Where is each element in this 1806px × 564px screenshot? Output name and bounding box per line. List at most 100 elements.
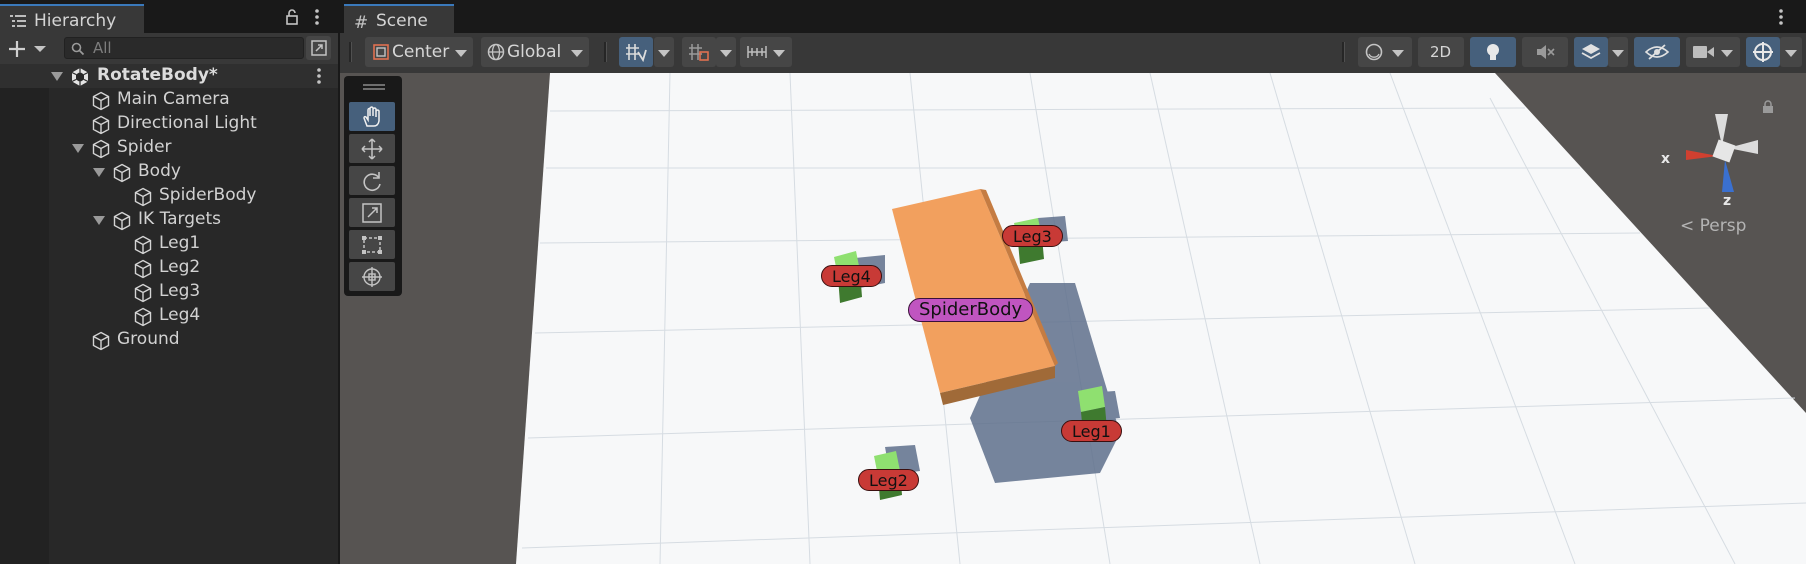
audio-toggle[interactable] <box>1522 37 1568 67</box>
tree-item-spiderbody[interactable]: SpiderBody <box>0 184 338 208</box>
mute-icon <box>1535 43 1555 61</box>
gizmo-x-label: x <box>1661 151 1671 167</box>
lighting-toggle[interactable] <box>1470 37 1516 67</box>
tab-scene[interactable]: # Scene <box>344 4 454 33</box>
more-options-icon[interactable] <box>1778 9 1784 25</box>
scene-render <box>340 73 1806 564</box>
tree-item-label: RotateBody* <box>97 65 218 85</box>
tree-item-ik-targets[interactable]: IK Targets <box>0 208 338 232</box>
gizmos-dropdown[interactable] <box>1780 37 1802 67</box>
effects-dropdown[interactable] <box>1608 37 1628 67</box>
pivot-rotation-dropdown[interactable]: Global <box>481 37 589 67</box>
gizmos-toggle[interactable] <box>1746 37 1780 67</box>
transform-tool-button[interactable] <box>349 262 395 291</box>
tree-item-body[interactable]: Body <box>0 160 338 184</box>
spiderbody-label[interactable]: SpiderBody <box>908 298 1034 322</box>
2d-mode-toggle[interactable]: 2D <box>1418 37 1464 67</box>
draw-mode-dropdown[interactable] <box>1358 37 1412 67</box>
toolbar-separator <box>349 42 352 62</box>
grid-hash-icon: # <box>354 13 369 33</box>
tree-item-label: Directional Light <box>117 113 257 133</box>
effects-toggle[interactable] <box>1574 37 1608 67</box>
chevron-down-icon <box>720 50 732 57</box>
chevron-down-icon <box>1392 50 1404 57</box>
shaded-sphere-icon <box>1365 43 1383 61</box>
snap-options-dropdown[interactable] <box>716 37 736 67</box>
move-tool-button[interactable] <box>349 134 395 163</box>
unity-scene-icon <box>70 67 90 87</box>
tree-item-label: Body <box>138 161 181 181</box>
tab-hierarchy[interactable]: Hierarchy <box>0 4 144 33</box>
list-icon <box>10 14 26 28</box>
leg2-label[interactable]: Leg2 <box>858 469 919 491</box>
lock-icon[interactable] <box>1762 100 1774 114</box>
lock-icon[interactable] <box>285 9 299 25</box>
scene-tab-label: Scene <box>376 11 428 31</box>
tree-item-spider[interactable]: Spider <box>0 136 338 160</box>
scene-options-icon[interactable] <box>316 68 322 84</box>
grid-options-dropdown[interactable] <box>654 37 674 67</box>
tree-item-main-camera[interactable]: Main Camera <box>0 88 338 112</box>
more-options-icon[interactable] <box>314 9 320 25</box>
tree-item-ground[interactable]: Ground <box>0 328 338 352</box>
tools-overlay <box>344 76 402 296</box>
pivot-mode-dropdown[interactable]: Center <box>365 37 473 67</box>
tree-item-leg3[interactable]: Leg3 <box>0 280 338 304</box>
tree-item-leg2[interactable]: Leg2 <box>0 256 338 280</box>
chevron-down-icon <box>571 50 583 57</box>
scale-tool-button[interactable] <box>349 198 395 227</box>
camera-icon <box>1693 45 1715 59</box>
gameobject-cube-icon <box>133 283 153 303</box>
scale-icon <box>361 202 383 224</box>
camera-dropdown[interactable] <box>1686 37 1740 67</box>
expand-arrow-icon[interactable] <box>72 144 84 153</box>
leg4-label[interactable]: Leg4 <box>821 265 882 287</box>
globe-icon <box>487 43 505 61</box>
rect-transform-icon <box>361 234 383 256</box>
increment-snap-icon <box>688 42 710 62</box>
snap-settings-dropdown[interactable] <box>740 37 792 67</box>
tree-item-label: Leg1 <box>159 233 201 253</box>
search-icon <box>71 42 85 56</box>
leg3-label[interactable]: Leg3 <box>1002 225 1063 247</box>
expand-arrow-icon[interactable] <box>93 168 105 177</box>
search-input[interactable]: All <box>64 37 304 59</box>
incremental-snap-toggle[interactable] <box>682 37 716 67</box>
scene-visibility-toggle[interactable] <box>1634 37 1680 67</box>
ruler-icon <box>747 44 767 60</box>
tree-item-directional-light[interactable]: Directional Light <box>0 112 338 136</box>
search-placeholder: All <box>93 39 112 57</box>
tree-item-leg1[interactable]: Leg1 <box>0 232 338 256</box>
tree-item-label: Leg2 <box>159 257 201 277</box>
2d-mode-label: 2D <box>1430 43 1452 61</box>
tree-item-label: Leg3 <box>159 281 201 301</box>
tree-item-scene[interactable]: RotateBody* <box>0 64 338 88</box>
leg1-label[interactable]: Leg1 <box>1061 420 1122 442</box>
scene-viewport[interactable]: Leg4 Leg3 Leg1 Leg2 SpiderBody <box>340 73 1806 564</box>
scene-tab-bar <box>340 0 1806 33</box>
gameobject-cube-icon <box>91 91 111 111</box>
transform-icon <box>361 266 383 288</box>
rotate-icon <box>361 170 383 192</box>
tree-item-label: Leg4 <box>159 305 201 325</box>
hidden-eye-icon <box>1645 43 1669 61</box>
hand-icon <box>361 106 383 128</box>
rotate-tool-button[interactable] <box>349 166 395 195</box>
gameobject-cube-icon <box>112 163 132 183</box>
view-tool-button[interactable] <box>349 102 395 131</box>
expand-arrow-icon[interactable] <box>93 216 105 225</box>
expand-arrow-icon[interactable] <box>51 72 63 81</box>
grid-visibility-toggle[interactable] <box>619 37 653 67</box>
tree-item-leg4[interactable]: Leg4 <box>0 304 338 328</box>
orientation-gizmo[interactable] <box>1678 110 1768 200</box>
create-button[interactable] <box>8 39 48 59</box>
tree-item-label: SpiderBody <box>159 185 257 205</box>
hierarchy-tab-label: Hierarchy <box>34 11 117 31</box>
projection-toggle[interactable]: < Persp <box>1680 216 1746 236</box>
scene-search-toggle-button[interactable] <box>306 36 331 60</box>
rect-tool-button[interactable] <box>349 230 395 259</box>
chevron-down-icon <box>1785 50 1797 57</box>
pivot-icon <box>372 43 390 61</box>
tree-item-label: Main Camera <box>117 89 230 109</box>
drag-handle-icon[interactable] <box>363 84 385 90</box>
